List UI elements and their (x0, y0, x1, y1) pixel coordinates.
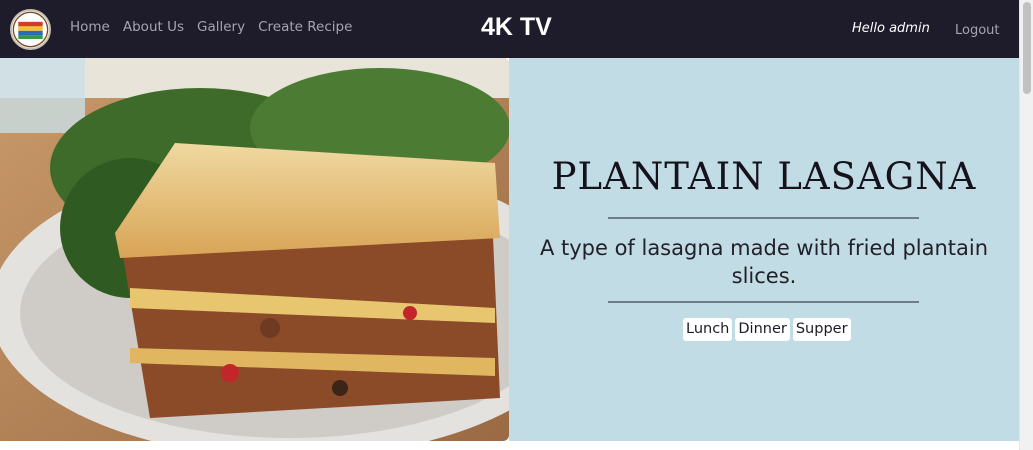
nav-home-link[interactable]: Home (70, 19, 110, 35)
recipe-description: A type of lasagna made with fried planta… (539, 236, 989, 288)
site-logo-icon[interactable] (10, 9, 51, 50)
user-greeting: Hello admin (852, 21, 930, 36)
divider-bottom (608, 301, 919, 303)
recipe-image (0, 58, 509, 441)
nav-about-link[interactable]: About Us (123, 19, 184, 35)
tag-supper[interactable]: Supper (792, 318, 851, 341)
recipe-tags: Lunch Dinner Supper (683, 318, 854, 341)
tag-lunch[interactable]: Lunch (683, 318, 733, 341)
divider-top (608, 217, 919, 219)
recipe-info-panel: PLANTAIN LASAGNA A type of lasagna made … (509, 58, 1019, 441)
scrollbar-thumb[interactable] (1023, 2, 1031, 94)
nav-links: Home About Us Gallery Create Recipe (70, 19, 365, 35)
recipe-title: PLANTAIN LASAGNA (551, 155, 977, 198)
logout-link[interactable]: Logout (955, 23, 1000, 38)
nav-gallery-link[interactable]: Gallery (197, 19, 245, 35)
page-scrollbar[interactable] (1019, 0, 1033, 450)
nav-create-recipe-link[interactable]: Create Recipe (258, 19, 352, 35)
brand-title[interactable]: 4K TV (481, 13, 552, 42)
top-navbar: Home About Us Gallery Create Recipe 4K T… (0, 0, 1019, 58)
tag-dinner[interactable]: Dinner (735, 318, 790, 341)
